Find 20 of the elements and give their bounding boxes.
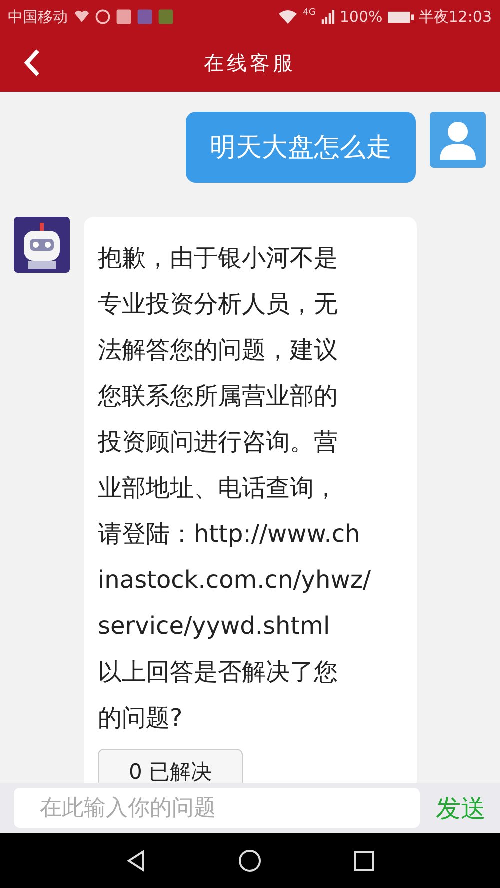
recent-apps-icon[interactable] [352, 848, 376, 872]
question-input[interactable]: 在此输入你的问题 [14, 788, 420, 828]
battery-text: 100% [340, 8, 383, 26]
page-title: 在线客服 [204, 50, 296, 76]
reply-text: 抱歉，由于银小河不是 专业投资分析人员，无 法解答您的问题，建议 您联系您所属营业部的 投资顾问进行咨询。营 业部地址、电话查询， 请登陆：http://www.ch inastock.com.cn/yhwz/ service/yywd.shtml 以上回答是否解决了您 的问题? [98, 243, 372, 734]
user-avatar-icon [430, 112, 486, 168]
home-icon[interactable] [238, 848, 262, 872]
app-icon [157, 8, 175, 26]
solved-button[interactable]: 0 已解决 [98, 749, 244, 783]
battery-icon [388, 10, 414, 24]
app-icon [115, 8, 133, 26]
back-icon[interactable] [22, 48, 42, 78]
carrier-text: 中国移动 [8, 8, 68, 26]
signal-icon [320, 10, 335, 24]
time-text: 半夜12:03 [418, 8, 492, 26]
app-icon [136, 8, 154, 26]
network-text: 4G [303, 8, 316, 18]
robot-avatar-icon [14, 217, 70, 273]
wifi-icon [278, 9, 298, 25]
message-bubble: 明天大盘怎么走 [186, 112, 416, 183]
